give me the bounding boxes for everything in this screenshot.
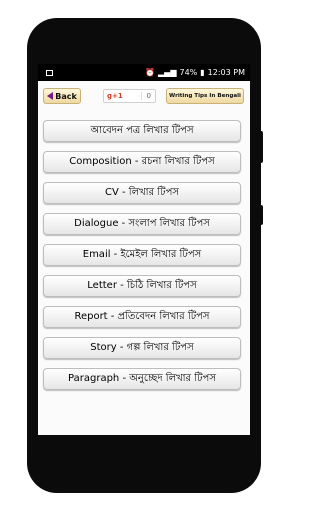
back-arrow-icon xyxy=(47,92,54,100)
menu-item-email[interactable]: Email - ইমেইল লিখার টিপস xyxy=(43,244,241,266)
google-plus-one-button[interactable]: g+1 0 xyxy=(103,89,156,103)
menu-item-cv[interactable]: CV - লিখার টিপস xyxy=(43,182,241,204)
status-bar: ⏰ ▂▄▆ 74% ▮ 12:03 PM xyxy=(38,64,250,81)
menu-item-application[interactable]: আবেদন পত্র লিখার টিপস xyxy=(43,120,241,142)
alarm-icon: ⏰ xyxy=(145,68,156,77)
phone-side-button xyxy=(258,131,263,163)
writing-tips-button[interactable]: Writing Tips In Bengali xyxy=(166,88,244,104)
phone-bottom-bezel xyxy=(38,436,250,466)
menu-item-paragraph[interactable]: Paragraph - অনুচ্ছেদ লিখার টিপস xyxy=(43,368,241,390)
menu-item-composition[interactable]: Composition - রচনা লিখার টিপস xyxy=(43,151,241,173)
menu-item-letter[interactable]: Letter - চিঠি লিখার টিপস xyxy=(43,275,241,297)
menu-item-report[interactable]: Report - প্রতিবেদন লিখার টিপস xyxy=(43,306,241,328)
menu-item-dialogue[interactable]: Dialogue - সংলাপ লিখার টিপস xyxy=(43,213,241,235)
google-plus-icon: g+1 xyxy=(107,92,123,100)
menu-item-story[interactable]: Story - গল্প লিখার টিপস xyxy=(43,337,241,359)
battery-icon: ▮ xyxy=(200,68,205,77)
app-screen: ⏰ ▂▄▆ 74% ▮ 12:03 PM Back g+1 0 Writing … xyxy=(38,64,250,435)
phone-side-button-2 xyxy=(258,205,263,225)
signal-icon: ▂▄▆ xyxy=(158,68,177,77)
battery-percent: 74% xyxy=(179,68,198,77)
back-button-label: Back xyxy=(55,91,77,101)
back-button[interactable]: Back xyxy=(43,88,81,104)
top-toolbar: Back g+1 0 Writing Tips In Bengali xyxy=(38,85,250,109)
plus-one-count: 0 xyxy=(140,92,151,100)
image-notification-icon xyxy=(46,69,53,76)
clock: 12:03 PM xyxy=(207,68,245,77)
